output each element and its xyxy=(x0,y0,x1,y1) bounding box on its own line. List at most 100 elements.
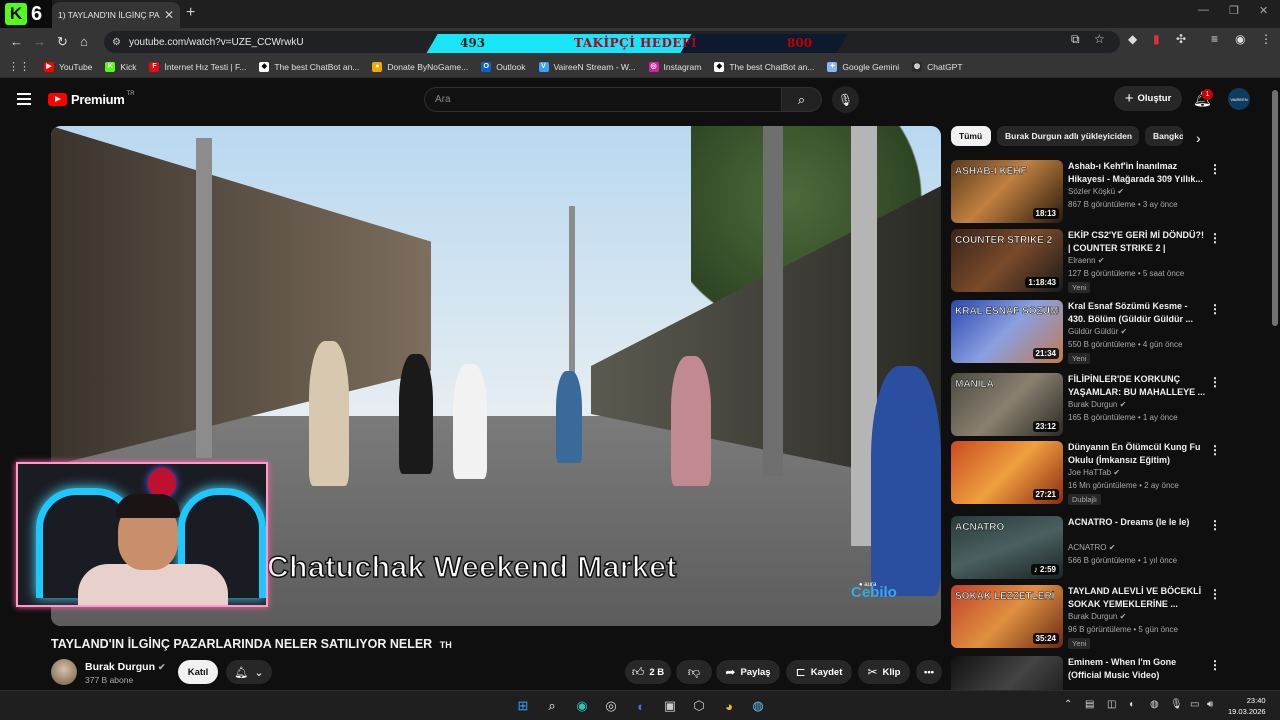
account-avatar[interactable]: VAIREEN xyxy=(1228,88,1250,110)
search-icon[interactable]: ⌕ xyxy=(543,697,561,715)
recommendation-title[interactable]: Eminem - When I'm Gone (Official Music V… xyxy=(1068,656,1206,681)
more-options-icon[interactable]: ⋮ xyxy=(1209,231,1221,245)
start-icon[interactable]: ⊞ xyxy=(514,697,532,715)
more-actions-button[interactable]: ••• xyxy=(916,660,942,684)
bookmark-item[interactable]: O Outlook xyxy=(481,61,526,72)
recommendation-thumbnail[interactable]: 27:21 xyxy=(951,441,1063,504)
chrome-icon[interactable]: ◕ xyxy=(720,697,738,715)
media-control-icon[interactable]: ≡ xyxy=(1211,32,1218,46)
discord-icon[interactable]: ◐ xyxy=(632,697,650,715)
voice-search-button[interactable]: 🎙 xyxy=(832,86,859,113)
tray-app-icon[interactable]: ▤ xyxy=(1085,699,1094,710)
back-icon[interactable]: ← xyxy=(10,34,23,49)
extensions-puzzle-icon[interactable]: ✣ xyxy=(1176,32,1186,46)
bookmark-item[interactable]: ◆ The best ChatBot an... xyxy=(714,61,814,72)
tray-audio-icon[interactable]: ◖ xyxy=(1128,699,1134,710)
chip-all[interactable]: Tümü xyxy=(951,126,991,146)
recommendation-thumbnail[interactable]: COUNTER STRIKE 2 1:18:43 xyxy=(951,229,1063,292)
bookmark-item[interactable]: ◎ Instagram xyxy=(648,61,701,72)
install-app-icon[interactable]: ⧉ xyxy=(1071,32,1080,47)
share-button[interactable]: ➦ Paylaş xyxy=(716,660,780,684)
more-options-icon[interactable]: ⋮ xyxy=(1209,443,1221,457)
recommendation-title[interactable]: EKİP CS2'YE GERİ Mİ DÖNDÜ?! | COUNTER ST… xyxy=(1068,229,1206,254)
bookmark-item[interactable]: V VaireeN Stream - W... xyxy=(538,61,636,72)
close-window-button[interactable]: ✕ xyxy=(1259,4,1268,17)
subscription-bell-button[interactable]: 🔔︎ ⌄ xyxy=(226,660,272,684)
join-button[interactable]: Katıl xyxy=(178,660,218,684)
system-clock[interactable]: 23:40 19.03.2026 xyxy=(1228,695,1266,717)
more-options-icon[interactable]: ⋮ xyxy=(1209,587,1221,601)
recommendation-channel[interactable]: Burak Durgun ✔ xyxy=(1068,400,1126,409)
tray-app-icon[interactable]: ◫ xyxy=(1107,699,1116,710)
home-icon[interactable]: ⌂ xyxy=(80,34,88,49)
recommendation-item[interactable]: 27:21 Dünyanın En Ölümcül Kung Fu Okulu (… xyxy=(951,441,1221,505)
create-button[interactable]: + Oluştur xyxy=(1114,86,1182,111)
recommendation-thumbnail[interactable]: ACNATRO ♪ 2:59 xyxy=(951,516,1063,579)
recommendation-title[interactable]: ACNATRO - Dreams (le le le) xyxy=(1068,516,1206,529)
recommendation-item[interactable]: KRAL ESNAF SÖZÜMÜ KES 21:34 Kral Esnaf Söz… xyxy=(951,300,1221,364)
recommendation-channel[interactable]: Joe HaTTab ✔ xyxy=(1068,468,1120,477)
apps-grid-icon[interactable]: ⋮⋮ xyxy=(8,60,30,73)
recommendation-thumbnail[interactable]: SOKAK LEZZETLERİ 35:24 xyxy=(951,585,1063,648)
new-tab-button[interactable]: + xyxy=(186,4,195,22)
youtube-logo[interactable]: Premium TR xyxy=(48,91,135,107)
recommendation-title[interactable]: FİLİPİNLER'DE KORKUNÇ YAŞAMLAR: BU MAHAL… xyxy=(1068,373,1206,398)
recommendation-title[interactable]: Dünyanın En Ölümcül Kung Fu Okulu (İmkan… xyxy=(1068,441,1206,466)
recommendation-channel[interactable]: Elraenn ✔ xyxy=(1068,256,1105,265)
site-info-icon[interactable]: ⚙ xyxy=(112,37,121,48)
search-input[interactable]: Ara xyxy=(424,87,782,112)
forward-icon[interactable]: → xyxy=(33,34,46,49)
volume-icon[interactable]: 🔊︎ xyxy=(1207,699,1213,710)
recommendation-channel[interactable]: Güldür Güldür ✔ xyxy=(1068,327,1127,336)
bookmark-item[interactable]: ▶ YouTube xyxy=(44,61,92,72)
menu-hamburger-icon[interactable] xyxy=(17,93,31,108)
extension-icon[interactable]: ◆ xyxy=(1128,32,1137,46)
recommendation-item[interactable]: ACNATRO ♪ 2:59 ACNATRO - Dreams (le le le)… xyxy=(951,516,1221,580)
more-options-icon[interactable]: ⋮ xyxy=(1209,162,1221,176)
tray-steam-icon[interactable]: ◍ xyxy=(1150,699,1159,710)
network-icon[interactable]: ▭ xyxy=(1190,699,1199,710)
reload-icon[interactable]: ↻ xyxy=(57,34,68,50)
more-options-icon[interactable]: ⋮ xyxy=(1209,658,1221,672)
recommendation-title[interactable]: Kral Esnaf Sözümü Kesme - 430. Bölüm (Gü… xyxy=(1068,300,1206,325)
chip-uploader[interactable]: Burak Durgun adlı yükleyiciden xyxy=(997,126,1139,146)
channel-name[interactable]: Burak Durgun ✔ xyxy=(85,661,166,673)
profile-icon[interactable]: ◉ xyxy=(1235,32,1245,46)
recommendation-channel[interactable]: Sözler Köşkü ✔ xyxy=(1068,187,1124,196)
recommendation-item[interactable]: SOKAK LEZZETLERİ 35:24 TAYLAND ALEVLİ VE B… xyxy=(951,585,1221,649)
recommendation-thumbnail[interactable]: ASHAB-I KEHF 18:13 xyxy=(951,160,1063,223)
bookmark-item[interactable]: ✦ Google Gemini xyxy=(827,61,899,72)
bookmark-item[interactable]: F İnternet Hız Testi | F... xyxy=(149,61,246,72)
recommendation-channel[interactable]: Burak Durgun ✔ xyxy=(1068,612,1126,621)
bookmark-star-icon[interactable]: ☆ xyxy=(1094,32,1105,46)
edge-icon[interactable]: ◉ xyxy=(573,697,591,715)
extension-red-icon[interactable]: ▮ xyxy=(1153,32,1160,46)
bookmark-item[interactable]: ● Donate ByNoGame... xyxy=(372,61,468,72)
recommendation-thumbnail[interactable]: KRAL ESNAF SÖZÜMÜ KES 21:34 xyxy=(951,300,1063,363)
search-button[interactable]: ⌕ xyxy=(782,87,822,112)
chip-bangkok[interactable]: Bangkok xyxy=(1145,126,1183,146)
clip-button[interactable]: ✂ Klip xyxy=(858,660,910,684)
minimize-button[interactable]: — xyxy=(1198,4,1209,16)
chevron-right-icon[interactable]: › xyxy=(1196,130,1201,146)
recommendation-title[interactable]: TAYLAND ALEVLİ VE BÖCEKLİ SOKAK YEMEKLER… xyxy=(1068,585,1206,610)
app-icon[interactable]: ⬡ xyxy=(690,697,708,715)
recommendation-item[interactable]: MANILA 23:12 FİLİPİNLER'DE KORKUNÇ YAŞAMLA… xyxy=(951,373,1221,437)
bookmark-item[interactable]: ◆ The best ChatBot an... xyxy=(259,61,359,72)
recommendation-item[interactable]: ASHAB-I KEHF 18:13 Ashab-ı Kehf'in İnanılm… xyxy=(951,160,1221,224)
bookmark-item[interactable]: ◍ ChatGPT xyxy=(912,61,963,72)
more-options-icon[interactable]: ⋮ xyxy=(1209,375,1221,389)
tray-overflow-icon[interactable]: ⌃ xyxy=(1064,699,1072,710)
steam-icon[interactable]: ◍ xyxy=(749,697,767,715)
like-button[interactable]: 👍︎ 2 B xyxy=(625,660,671,684)
more-options-icon[interactable]: ⋮ xyxy=(1209,302,1221,316)
obs-icon[interactable]: ◎ xyxy=(602,697,620,715)
recommendation-thumbnail[interactable]: MANILA 23:12 xyxy=(951,373,1063,436)
page-scrollbar[interactable] xyxy=(1272,90,1278,326)
epic-games-icon[interactable]: ▣ xyxy=(661,697,679,715)
restore-button[interactable]: ❐ xyxy=(1229,4,1239,17)
browser-tab-active[interactable]: 1) TAYLAND'IN İLGİNÇ PAZARL ✕ xyxy=(52,2,180,28)
save-button[interactable]: ⊏ Kaydet xyxy=(786,660,852,684)
recommendation-title[interactable]: Ashab-ı Kehf'in İnanılmaz Hikayesi - Mağ… xyxy=(1068,160,1206,185)
more-options-icon[interactable]: ⋮ xyxy=(1209,518,1221,532)
